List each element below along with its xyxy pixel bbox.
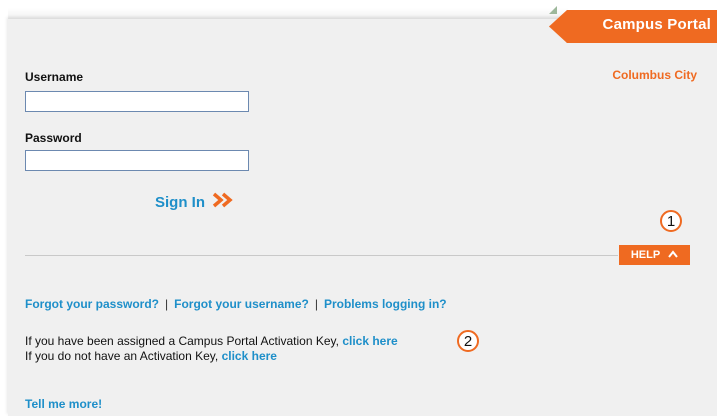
callout-marker-2: 2 [457,330,479,352]
activation-none-link[interactable]: click here [222,349,277,363]
sign-in-button[interactable]: Sign In [155,192,234,213]
help-label: HELP [630,249,661,261]
activation-none-line: If you do not have an Activation Key, cl… [25,349,277,363]
activation-none-text: If you do not have an Activation Key, [25,349,219,363]
activation-assigned-line: If you have been assigned a Campus Porta… [25,334,398,348]
username-label: Username [25,70,84,84]
brand-title: Campus Portal [602,16,711,33]
link-separator: | [165,297,169,311]
help-links: Forgot your password? | Forgot your userna… [25,297,447,311]
chevron-up-icon [668,249,678,261]
double-chevron-right-icon [212,192,234,213]
tell-me-more-link[interactable]: Tell me more! [25,397,102,411]
section-divider [25,255,618,256]
problems-logging-in-link[interactable]: Problems logging in? [324,297,447,311]
sign-in-label: Sign In [155,194,205,211]
activation-assigned-link[interactable]: click here [342,334,397,348]
link-separator: | [314,297,318,311]
callout-marker-1: 1 [660,210,682,232]
forgot-password-link[interactable]: Forgot your password? [25,297,159,311]
forgot-username-link[interactable]: Forgot your username? [174,297,309,311]
username-input[interactable] [25,91,249,112]
activation-assigned-text: If you have been assigned a Campus Porta… [25,334,339,348]
district-name: Columbus City [612,68,697,82]
password-label: Password [25,131,82,145]
help-button[interactable]: HELP [619,245,690,265]
password-input[interactable] [25,150,249,171]
